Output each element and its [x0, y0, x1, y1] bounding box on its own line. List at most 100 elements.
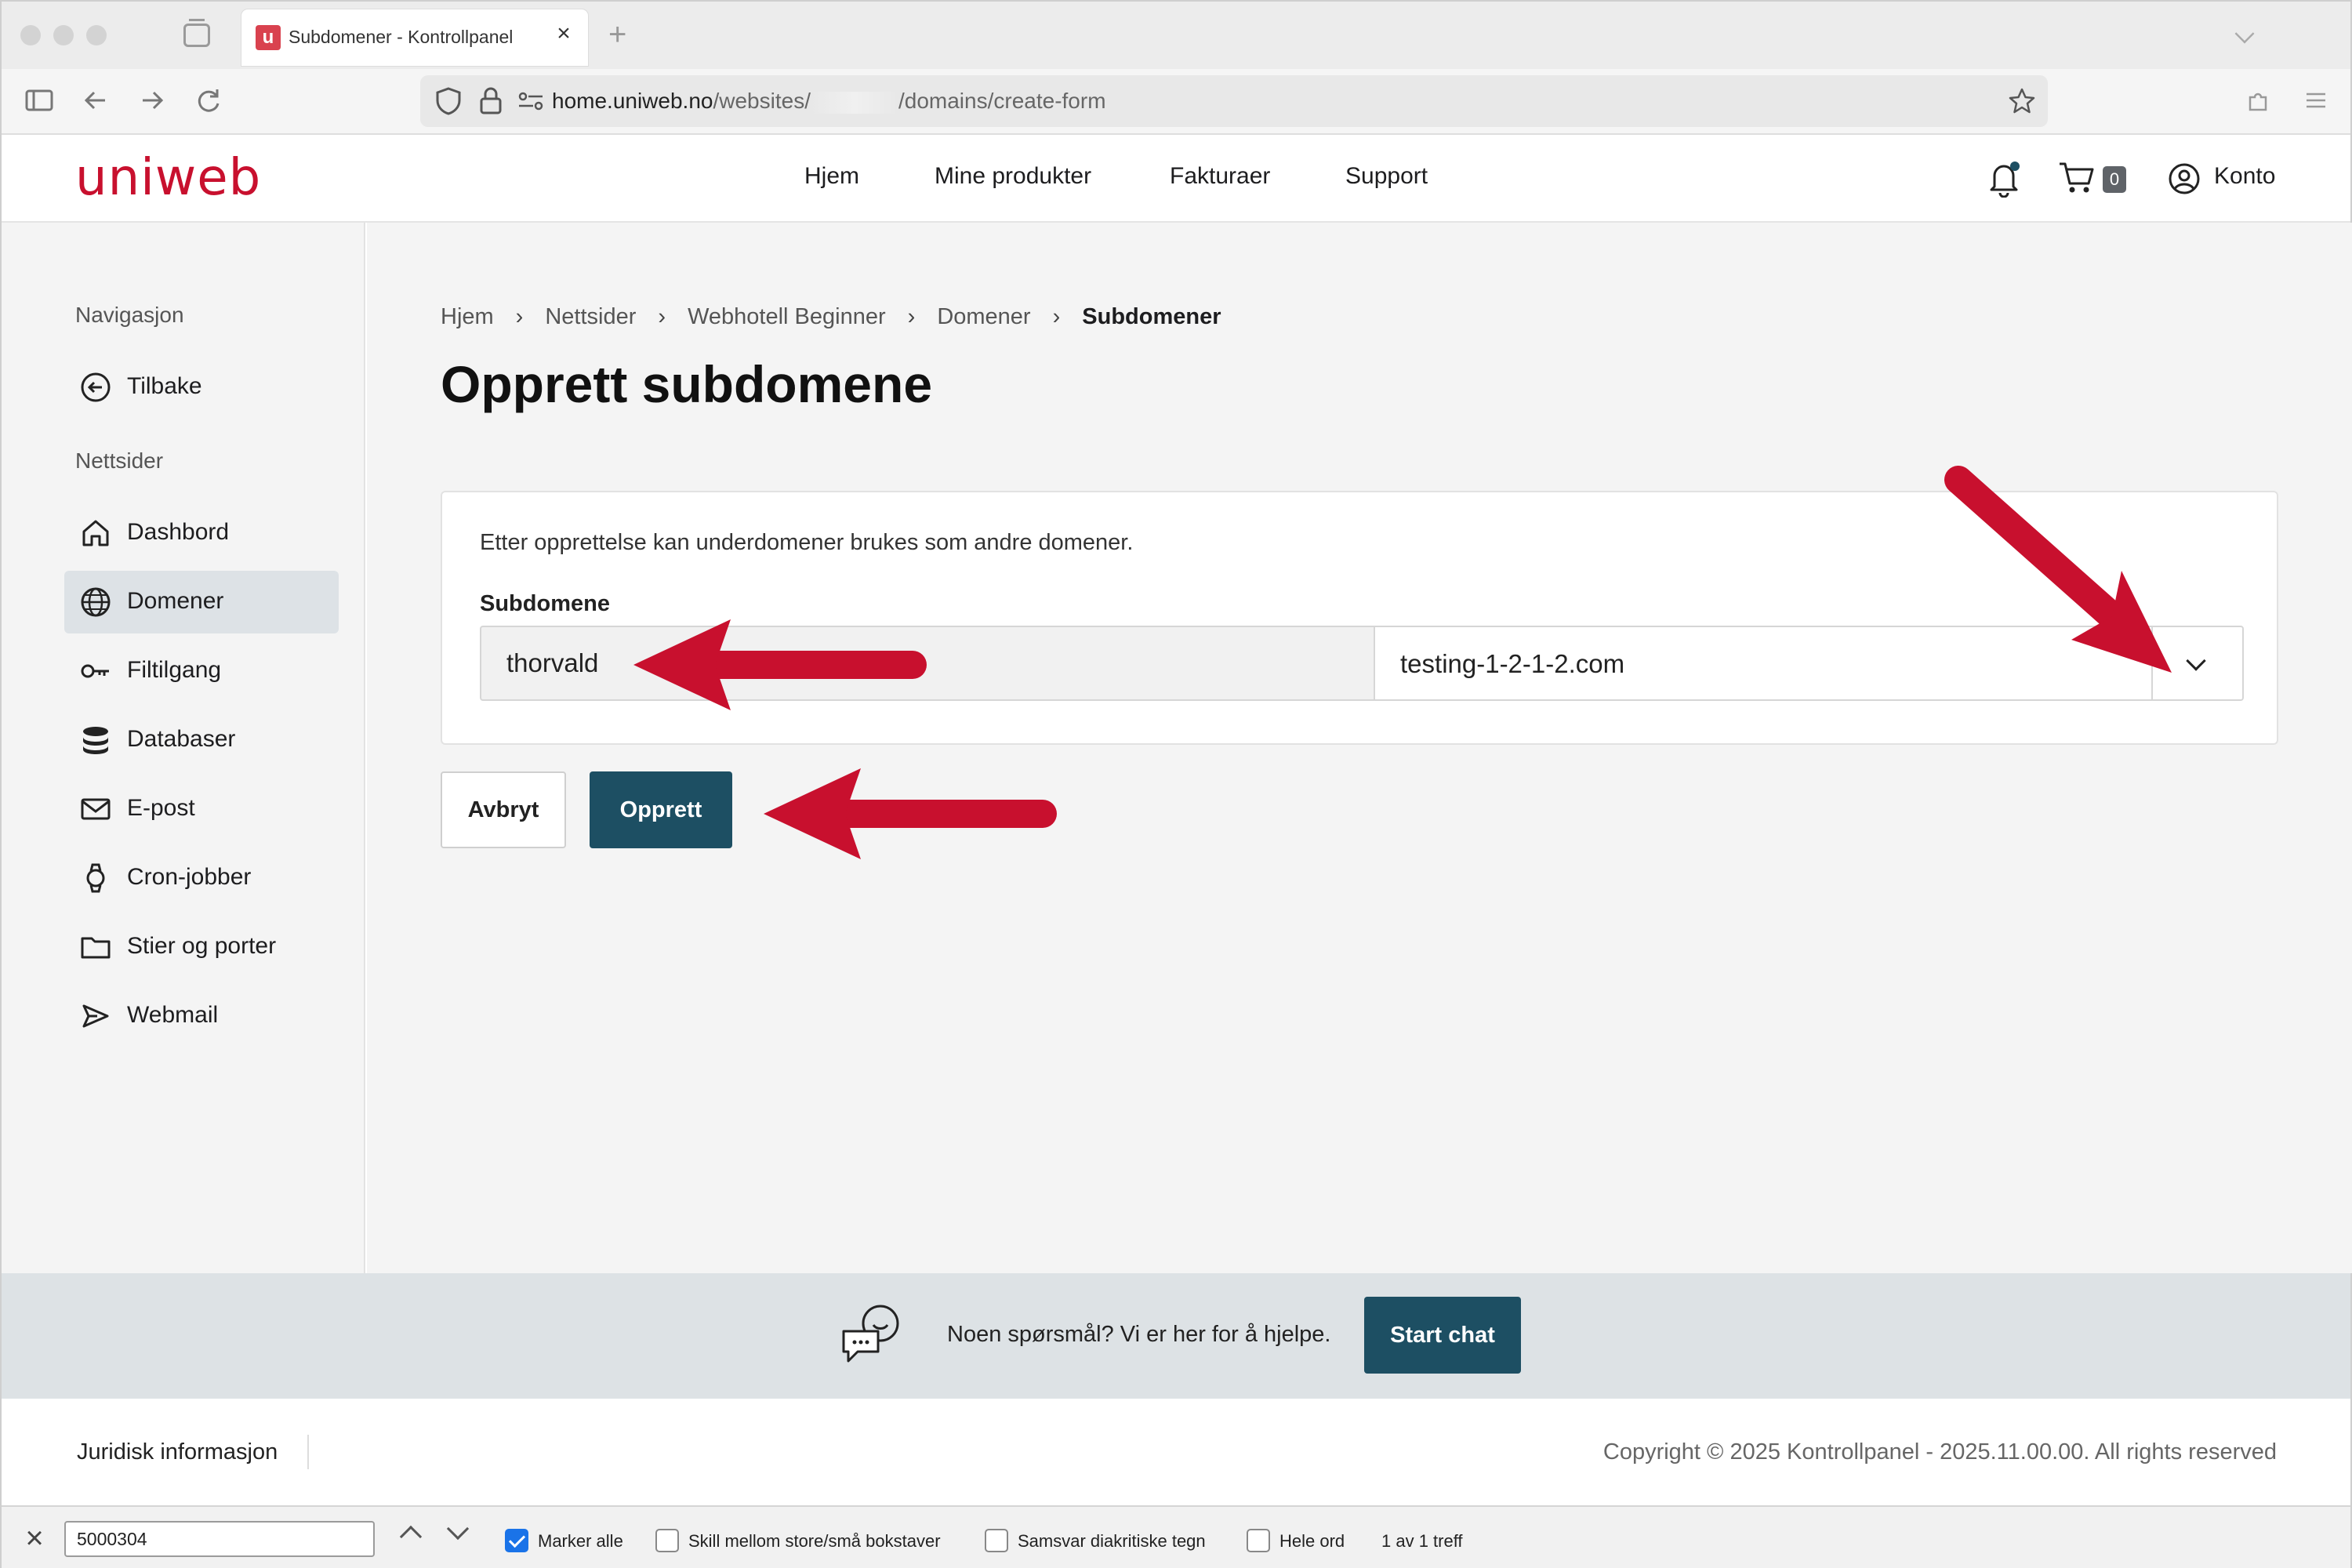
nav-fakturaer[interactable]: Fakturaer: [1170, 163, 1270, 190]
account-icon[interactable]: [2167, 162, 2201, 196]
option-label: Hele ord: [1279, 1531, 1345, 1551]
sidebar-item-label: Cron-jobber: [127, 864, 252, 890]
sidebar-item-label: Dashbord: [127, 519, 230, 545]
copyright-text: Copyright © 2025 Kontrollpanel - 2025.11…: [1602, 1439, 2277, 1465]
url-text: home.uniweb.no/websites//domains/create-…: [552, 89, 1106, 114]
breadcrumb-domener[interactable]: Domener: [937, 304, 1030, 330]
legal-link[interactable]: Juridisk informasjon: [77, 1439, 278, 1465]
sidebar-item-label: Filtilgang: [127, 657, 222, 683]
find-input[interactable]: [64, 1521, 375, 1557]
page-title: Opprett subdomene: [441, 355, 933, 413]
sidebar-item-cron-jobber[interactable]: Cron-jobber: [64, 847, 339, 909]
favicon-icon: u: [256, 25, 281, 50]
breadcrumb-hjem[interactable]: Hjem: [441, 304, 494, 330]
address-bar[interactable]: home.uniweb.no/websites//domains/create-…: [420, 75, 2048, 127]
form-description: Etter opprettelse kan underdomener bruke…: [480, 530, 1134, 555]
uniweb-logo[interactable]: uniweb: [75, 149, 261, 207]
sidebar-item-label: Tilbake: [127, 373, 202, 399]
checkbox[interactable]: [1247, 1529, 1270, 1552]
forward-icon[interactable]: [135, 83, 169, 118]
redacted-region: [810, 91, 898, 114]
zoom-window-button[interactable]: [86, 25, 107, 45]
sidebar-item-domener[interactable]: Domener: [64, 571, 339, 633]
subdomain-label: Subdomene: [480, 591, 610, 616]
annotation-arrow-icon: [1944, 466, 2172, 673]
option-label: Samsvar diakritiske tegn: [1018, 1531, 1206, 1551]
close-tab-icon[interactable]: ×: [550, 20, 577, 47]
sidebar-item-label: Domener: [127, 588, 224, 614]
chevron-down-icon: [2186, 651, 2206, 671]
breadcrumb-webhotell[interactable]: Webhotell Beginner: [688, 304, 886, 330]
close-icon[interactable]: ×: [19, 1523, 50, 1554]
sidebar-item-dashbord[interactable]: Dashbord: [64, 502, 339, 564]
account-label[interactable]: Konto: [2214, 163, 2275, 190]
annotation-arrow-icon: [764, 768, 1057, 859]
nav-mine-produkter[interactable]: Mine produkter: [935, 163, 1091, 190]
new-tab-icon[interactable]: +: [608, 17, 626, 53]
domain-select-value: testing-1-2-1-2.com: [1400, 649, 1625, 678]
nav-hjem[interactable]: Hjem: [804, 163, 859, 190]
breadcrumb-nettsider[interactable]: Nettsider: [545, 304, 636, 330]
sidebar-item-filtilgang[interactable]: Filtilgang: [64, 640, 339, 702]
footer: Juridisk informasjon Copyright © 2025 Ko…: [2, 1399, 2350, 1505]
page-settings-icon[interactable]: [517, 91, 544, 111]
sidebar-item-databaser[interactable]: Databaser: [64, 709, 339, 771]
sidebar-item-e-post[interactable]: E-post: [64, 778, 339, 840]
nav-support[interactable]: Support: [1345, 163, 1428, 190]
main-content: Hjem › Nettsider › Webhotell Beginner › Domene…: [367, 223, 2352, 1273]
create-button[interactable]: Opprett: [590, 771, 732, 848]
database-icon: [83, 727, 108, 754]
browser-toolbar: home.uniweb.no/websites//domains/create-…: [2, 69, 2350, 135]
chevron-right-icon: ›: [1052, 304, 1061, 329]
reload-icon[interactable]: [191, 83, 226, 118]
help-text: Noen spørsmål? Vi er her for å hjelpe.: [947, 1322, 1331, 1347]
chat-bubbles-icon: [842, 1305, 899, 1363]
cancel-button[interactable]: Avbryt: [441, 771, 566, 848]
menu-icon[interactable]: [2299, 83, 2333, 118]
watch-icon: [86, 863, 105, 893]
sidebar-item-label: Stier og porter: [127, 933, 277, 959]
sidebar-item-tilbake[interactable]: Tilbake: [64, 356, 339, 419]
cart-count-badge: 0: [2103, 166, 2126, 193]
browser-window: u Subdomener - Kontrollpanel × + home.un…: [0, 0, 2352, 1568]
sidebar-item-label: Webmail: [127, 1002, 219, 1028]
sidebar-item-stier-og-porter[interactable]: Stier og porter: [64, 916, 339, 978]
browser-tab[interactable]: u Subdomener - Kontrollpanel ×: [241, 9, 588, 66]
shield-icon[interactable]: [434, 86, 463, 116]
breadcrumb-subdomener: Subdomener: [1082, 304, 1221, 329]
key-icon: [81, 664, 109, 678]
extensions-icon[interactable]: [2242, 83, 2277, 118]
sidebar-heading-nettsider: Nettsider: [75, 448, 164, 473]
tab-list-chevron-icon[interactable]: [2234, 24, 2255, 44]
find-previous-icon[interactable]: [399, 1525, 423, 1548]
sidebar: Navigasjon Tilbake Nettsider Dashbord Do…: [2, 223, 365, 1273]
find-next-icon[interactable]: [446, 1517, 470, 1541]
sidebar-heading-navigasjon: Navigasjon: [75, 303, 184, 327]
home-icon: [82, 520, 109, 546]
tab-overview-icon[interactable]: [183, 19, 210, 47]
bookmark-star-icon[interactable]: [2007, 86, 2037, 116]
notification-bell-icon[interactable]: [1985, 158, 2023, 198]
find-match-count: 1 av 1 treff: [1381, 1531, 1463, 1551]
back-circle-icon: [81, 372, 111, 402]
sidebar-item-label: Databaser: [127, 726, 236, 752]
back-icon[interactable]: [78, 83, 113, 118]
chevron-right-icon: ›: [658, 304, 666, 329]
breadcrumb: Hjem › Nettsider › Webhotell Beginner › Domene…: [441, 304, 1221, 330]
site-header: uniweb Hjem Mine produkter Fakturaer Sup…: [2, 135, 2350, 223]
checkbox[interactable]: [655, 1529, 679, 1552]
close-window-button[interactable]: [20, 25, 41, 45]
checkbox[interactable]: [985, 1529, 1008, 1552]
footer-divider: [307, 1435, 309, 1469]
sidebar-toggle-icon[interactable]: [22, 83, 56, 118]
sidebar-item-webmail[interactable]: Webmail: [64, 985, 339, 1047]
find-bar: × Marker alle Skill mellom store/små bok…: [2, 1505, 2350, 1568]
checkbox-checked[interactable]: [505, 1529, 528, 1552]
minimize-window-button[interactable]: [53, 25, 74, 45]
help-band: Noen spørsmål? Vi er her for å hjelpe. S…: [2, 1273, 2350, 1399]
cart-icon[interactable]: [2057, 160, 2096, 196]
start-chat-button[interactable]: Start chat: [1364, 1297, 1521, 1374]
lock-icon[interactable]: [478, 85, 503, 116]
subdomain-input[interactable]: [480, 626, 1375, 701]
folder-icon: [81, 937, 111, 959]
